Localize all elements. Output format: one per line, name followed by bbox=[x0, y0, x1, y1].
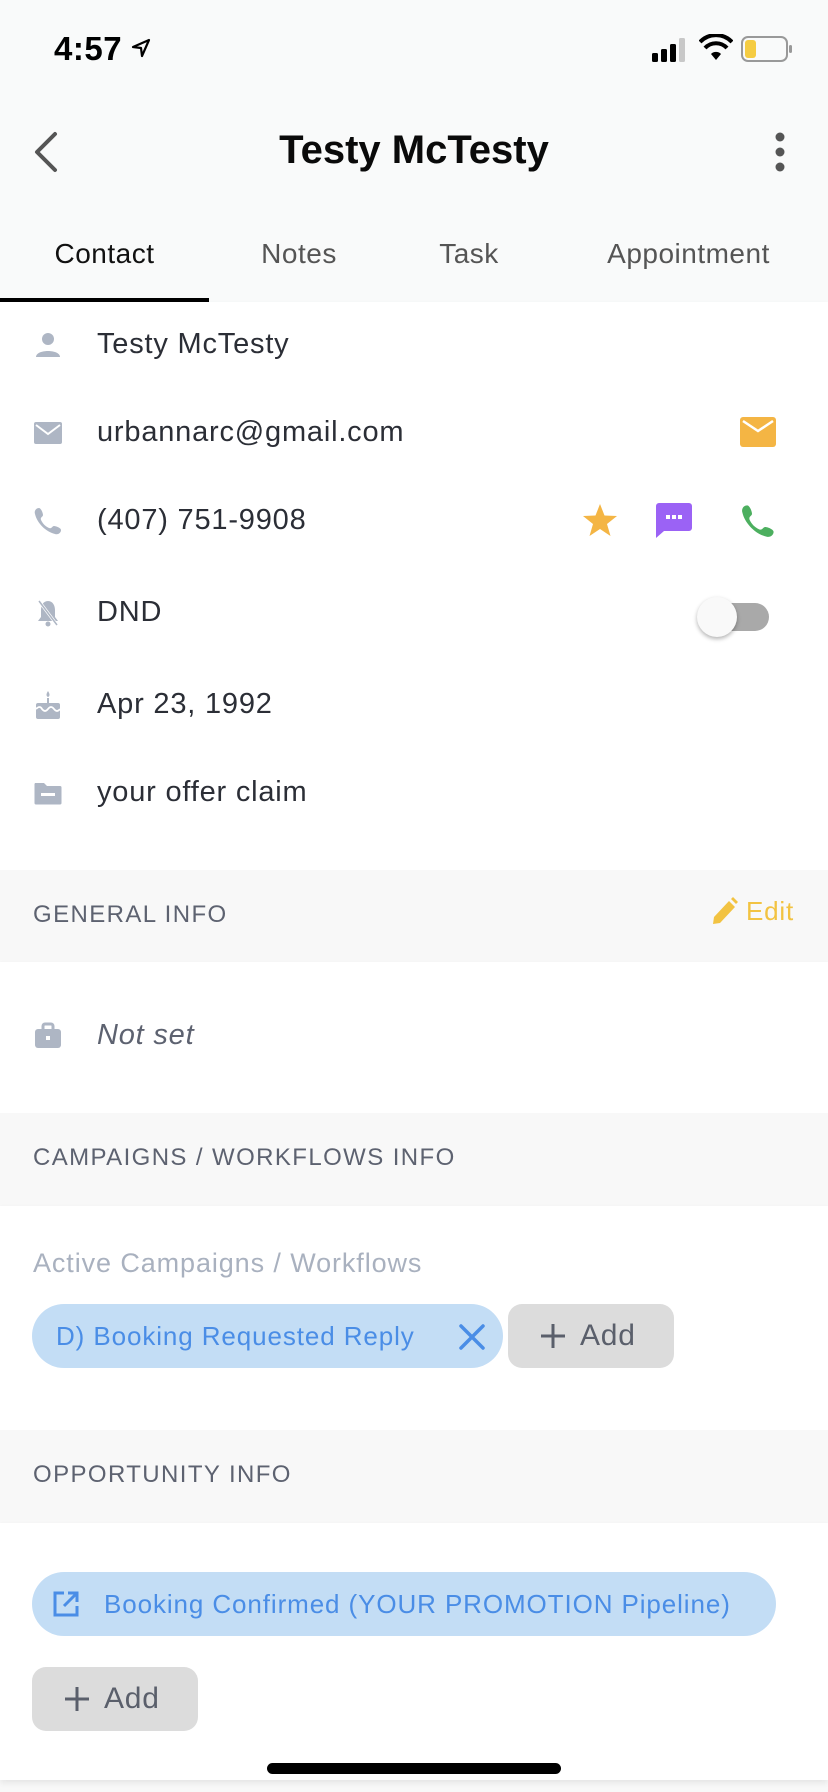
opportunity-chip-label: Booking Confirmed (YOUR PROMOTION Pipeli… bbox=[104, 1588, 731, 1619]
dnd-toggle-knob bbox=[697, 597, 737, 637]
general-info-card: Not set bbox=[0, 962, 828, 1113]
campaigns-heading: CAMPAIGNS / WORKFLOWS INFO bbox=[33, 1144, 456, 1171]
opportunity-heading: OPPORTUNITY INFO bbox=[33, 1461, 292, 1488]
remove-campaign-icon[interactable] bbox=[459, 1324, 485, 1350]
active-campaigns-label: Active Campaigns / Workflows bbox=[33, 1248, 423, 1278]
top-bar: 4:57 Testy McTesty Contact Notes Task Ap… bbox=[0, 0, 828, 303]
favorite-star-icon[interactable] bbox=[582, 503, 618, 537]
contact-name: Testy McTesty bbox=[97, 328, 290, 360]
cake-icon bbox=[35, 691, 61, 719]
page-title: Testy McTesty bbox=[279, 128, 549, 172]
general-info-heading: GENERAL INFO bbox=[33, 901, 228, 928]
add-opportunity-label: Add bbox=[104, 1682, 160, 1715]
add-opportunity-button[interactable]: Add bbox=[32, 1667, 198, 1731]
plus-icon bbox=[65, 1687, 89, 1711]
campaign-chip[interactable]: D) Booking Requested Reply bbox=[32, 1304, 503, 1368]
briefcase-icon bbox=[35, 1022, 61, 1048]
contact-email: urbannarc@gmail.com bbox=[97, 416, 405, 448]
dnd-label: DND bbox=[97, 596, 163, 628]
contact-source: your offer claim bbox=[97, 776, 308, 808]
phone-icon bbox=[34, 508, 61, 535]
tab-notes[interactable]: Notes bbox=[209, 230, 389, 302]
call-icon[interactable] bbox=[740, 503, 776, 539]
campaigns-header: CAMPAIGNS / WORKFLOWS INFO bbox=[0, 1113, 828, 1205]
company-value: Not set bbox=[97, 1019, 195, 1051]
opportunity-card: Booking Confirmed (YOUR PROMOTION Pipeli… bbox=[0, 1523, 828, 1780]
contact-phone: (407) 751-9908 bbox=[97, 504, 307, 536]
campaign-chip-label: D) Booking Requested Reply bbox=[56, 1320, 415, 1351]
notifications-off-icon bbox=[37, 600, 59, 627]
person-icon bbox=[36, 333, 60, 357]
cellular-signal-icon bbox=[652, 38, 685, 62]
contact-details-card: Testy McTesty urbannarc@gmail.com (407) … bbox=[0, 302, 828, 870]
plus-icon bbox=[541, 1324, 565, 1348]
pencil-icon bbox=[712, 896, 738, 924]
more-options-button[interactable] bbox=[768, 132, 792, 172]
general-info-header: GENERAL INFO Edit bbox=[0, 870, 828, 962]
edit-general-info-button[interactable]: Edit bbox=[710, 896, 794, 927]
contact-phone-row[interactable]: (407) 751-9908 bbox=[0, 491, 828, 551]
more-vertical-icon bbox=[775, 132, 785, 172]
send-email-icon[interactable] bbox=[740, 417, 776, 447]
contact-name-row[interactable]: Testy McTesty bbox=[0, 315, 828, 375]
tab-task[interactable]: Task bbox=[389, 230, 549, 302]
home-indicator bbox=[267, 1763, 561, 1774]
email-icon bbox=[34, 422, 62, 444]
contact-birthday: Apr 23, 1992 bbox=[97, 688, 273, 720]
sms-icon[interactable] bbox=[656, 503, 692, 539]
opportunity-chip[interactable]: Booking Confirmed (YOUR PROMOTION Pipeli… bbox=[32, 1572, 776, 1636]
location-arrow-icon bbox=[131, 38, 151, 58]
source-row[interactable]: your offer claim bbox=[0, 763, 828, 823]
campaigns-card: Active Campaigns / Workflows D) Booking … bbox=[0, 1206, 828, 1430]
company-row[interactable]: Not set bbox=[0, 1006, 828, 1066]
open-external-icon bbox=[53, 1591, 79, 1617]
add-campaign-label: Add bbox=[580, 1319, 636, 1352]
tab-appointment[interactable]: Appointment bbox=[549, 230, 828, 302]
birthday-row[interactable]: Apr 23, 1992 bbox=[0, 675, 828, 735]
dnd-row: DND bbox=[0, 583, 828, 643]
add-campaign-button[interactable]: Add bbox=[508, 1304, 674, 1368]
opportunity-header: OPPORTUNITY INFO bbox=[0, 1430, 828, 1522]
contact-email-row[interactable]: urbannarc@gmail.com bbox=[0, 403, 828, 463]
wifi-icon bbox=[699, 34, 733, 60]
edit-label: Edit bbox=[745, 896, 794, 926]
battery-icon bbox=[741, 36, 792, 62]
folder-icon bbox=[34, 783, 62, 805]
tab-bar: Contact Notes Task Appointment bbox=[0, 230, 828, 302]
tab-contact[interactable]: Contact bbox=[0, 230, 209, 302]
dnd-toggle[interactable] bbox=[697, 597, 771, 637]
status-time: 4:57 bbox=[54, 30, 123, 67]
